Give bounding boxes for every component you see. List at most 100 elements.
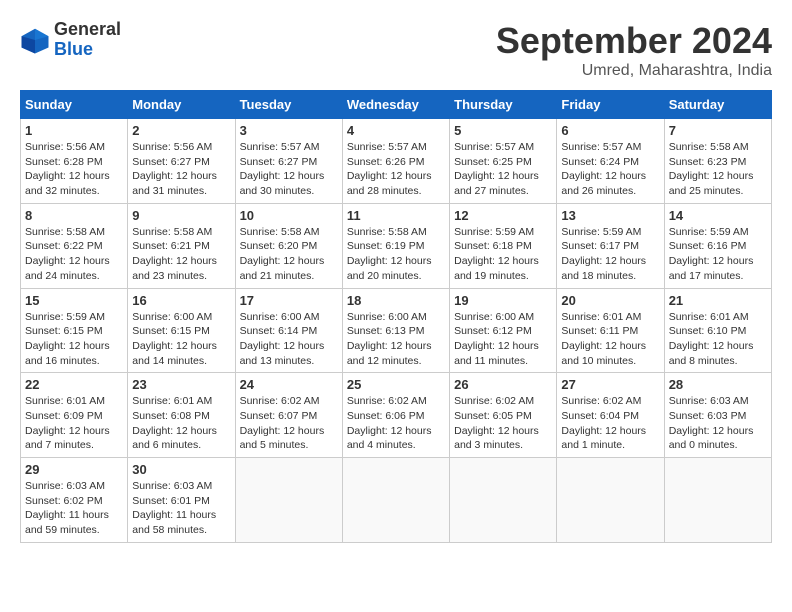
calendar-day-cell [450, 458, 557, 543]
calendar-day-cell: 5 Sunrise: 5:57 AMSunset: 6:25 PMDaylight… [450, 119, 557, 204]
day-number: 28 [669, 377, 767, 392]
day-info: Sunrise: 5:57 AMSunset: 6:24 PMDaylight:… [561, 140, 659, 199]
day-info: Sunrise: 5:57 AMSunset: 6:25 PMDaylight:… [454, 140, 552, 199]
day-info: Sunrise: 6:00 AMSunset: 6:13 PMDaylight:… [347, 310, 445, 369]
day-number: 24 [240, 377, 338, 392]
title-block: September 2024 Umred, Maharashtra, India [496, 20, 772, 80]
day-info: Sunrise: 6:01 AMSunset: 6:08 PMDaylight:… [132, 394, 230, 453]
calendar-day-cell: 15 Sunrise: 5:59 AMSunset: 6:15 PMDayligh… [21, 288, 128, 373]
calendar-day-cell: 2 Sunrise: 5:56 AMSunset: 6:27 PMDaylight… [128, 119, 235, 204]
day-info: Sunrise: 6:01 AMSunset: 6:10 PMDaylight:… [669, 310, 767, 369]
calendar-day-cell: 12 Sunrise: 5:59 AMSunset: 6:18 PMDayligh… [450, 203, 557, 288]
day-info: Sunrise: 6:02 AMSunset: 6:04 PMDaylight:… [561, 394, 659, 453]
calendar-day-cell: 22 Sunrise: 6:01 AMSunset: 6:09 PMDayligh… [21, 373, 128, 458]
day-number: 5 [454, 123, 552, 138]
day-number: 7 [669, 123, 767, 138]
calendar-day-cell: 23Sunrise: 6:01 AMSunset: 6:08 PMDayligh… [128, 373, 235, 458]
calendar-header-row: Sunday Monday Tuesday Wednesday Thursday… [21, 91, 772, 119]
calendar-day-cell: 6 Sunrise: 5:57 AMSunset: 6:24 PMDaylight… [557, 119, 664, 204]
day-number: 10 [240, 208, 338, 223]
calendar-day-cell: 28 Sunrise: 6:03 AMSunset: 6:03 PMDayligh… [664, 373, 771, 458]
calendar-day-cell: 1 Sunrise: 5:56 AMSunset: 6:28 PMDaylight… [21, 119, 128, 204]
day-info: Sunrise: 6:01 AMSunset: 6:09 PMDaylight:… [25, 394, 123, 453]
day-info: Sunrise: 5:59 AMSunset: 6:16 PMDaylight:… [669, 225, 767, 284]
calendar-day-cell: 21 Sunrise: 6:01 AMSunset: 6:10 PMDayligh… [664, 288, 771, 373]
day-number: 15 [25, 293, 123, 308]
day-number: 13 [561, 208, 659, 223]
calendar-day-cell: 7Sunrise: 5:58 AMSunset: 6:23 PMDaylight… [664, 119, 771, 204]
calendar-day-cell: 11 Sunrise: 5:58 AMSunset: 6:19 PMDayligh… [342, 203, 449, 288]
calendar-day-cell [342, 458, 449, 543]
calendar-day-cell: 19 Sunrise: 6:00 AMSunset: 6:12 PMDayligh… [450, 288, 557, 373]
calendar-day-cell [235, 458, 342, 543]
day-number: 19 [454, 293, 552, 308]
day-number: 16 [132, 293, 230, 308]
col-saturday: Saturday [664, 91, 771, 119]
calendar-day-cell: 24Sunrise: 6:02 AMSunset: 6:07 PMDayligh… [235, 373, 342, 458]
col-thursday: Thursday [450, 91, 557, 119]
day-number: 8 [25, 208, 123, 223]
calendar-day-cell [557, 458, 664, 543]
day-number: 6 [561, 123, 659, 138]
calendar-day-cell: 29Sunrise: 6:03 AMSunset: 6:02 PMDayligh… [21, 458, 128, 543]
day-number: 27 [561, 377, 659, 392]
calendar-week-row: 22 Sunrise: 6:01 AMSunset: 6:09 PMDayligh… [21, 373, 772, 458]
calendar-day-cell: 20 Sunrise: 6:01 AMSunset: 6:11 PMDayligh… [557, 288, 664, 373]
calendar-day-cell: 26Sunrise: 6:02 AMSunset: 6:05 PMDayligh… [450, 373, 557, 458]
day-number: 21 [669, 293, 767, 308]
calendar-week-row: 15 Sunrise: 5:59 AMSunset: 6:15 PMDayligh… [21, 288, 772, 373]
calendar-day-cell: 14 Sunrise: 5:59 AMSunset: 6:16 PMDayligh… [664, 203, 771, 288]
col-friday: Friday [557, 91, 664, 119]
calendar-day-cell: 27 Sunrise: 6:02 AMSunset: 6:04 PMDayligh… [557, 373, 664, 458]
day-info: Sunrise: 6:02 AMSunset: 6:06 PMDaylight:… [347, 394, 445, 453]
day-info: Sunrise: 5:58 AMSunset: 6:19 PMDaylight:… [347, 225, 445, 284]
day-number: 30 [132, 462, 230, 477]
day-number: 4 [347, 123, 445, 138]
col-monday: Monday [128, 91, 235, 119]
logo-icon [20, 25, 50, 55]
day-number: 22 [25, 377, 123, 392]
location-title: Umred, Maharashtra, India [496, 62, 772, 80]
day-number: 2 [132, 123, 230, 138]
col-wednesday: Wednesday [342, 91, 449, 119]
calendar-day-cell: 25 Sunrise: 6:02 AMSunset: 6:06 PMDayligh… [342, 373, 449, 458]
day-info: Sunrise: 6:00 AMSunset: 6:12 PMDaylight:… [454, 310, 552, 369]
calendar-week-row: 1 Sunrise: 5:56 AMSunset: 6:28 PMDaylight… [21, 119, 772, 204]
calendar-day-cell: 17Sunrise: 6:00 AMSunset: 6:14 PMDayligh… [235, 288, 342, 373]
day-info: Sunrise: 6:02 AMSunset: 6:05 PMDaylight:… [454, 394, 552, 453]
day-info: Sunrise: 5:57 AMSunset: 6:27 PMDaylight:… [240, 140, 338, 199]
logo-text: General Blue [54, 20, 121, 60]
day-number: 29 [25, 462, 123, 477]
day-info: Sunrise: 5:56 AMSunset: 6:28 PMDaylight:… [25, 140, 123, 199]
calendar-day-cell: 30Sunrise: 6:03 AMSunset: 6:01 PMDayligh… [128, 458, 235, 543]
day-info: Sunrise: 5:57 AMSunset: 6:26 PMDaylight:… [347, 140, 445, 199]
day-number: 14 [669, 208, 767, 223]
col-tuesday: Tuesday [235, 91, 342, 119]
month-title: September 2024 [496, 20, 772, 62]
day-number: 11 [347, 208, 445, 223]
logo-blue: Blue [54, 39, 93, 59]
calendar-week-row: 29Sunrise: 6:03 AMSunset: 6:02 PMDayligh… [21, 458, 772, 543]
page-header: General Blue September 2024 Umred, Mahar… [20, 20, 772, 80]
calendar-day-cell [664, 458, 771, 543]
day-number: 18 [347, 293, 445, 308]
calendar-day-cell: 3Sunrise: 5:57 AMSunset: 6:27 PMDaylight… [235, 119, 342, 204]
calendar-day-cell: 10Sunrise: 5:58 AMSunset: 6:20 PMDayligh… [235, 203, 342, 288]
calendar-day-cell: 4 Sunrise: 5:57 AMSunset: 6:26 PMDaylight… [342, 119, 449, 204]
calendar-body: 1 Sunrise: 5:56 AMSunset: 6:28 PMDaylight… [21, 119, 772, 543]
calendar-day-cell: 13Sunrise: 5:59 AMSunset: 6:17 PMDayligh… [557, 203, 664, 288]
day-number: 12 [454, 208, 552, 223]
day-info: Sunrise: 6:01 AMSunset: 6:11 PMDaylight:… [561, 310, 659, 369]
day-info: Sunrise: 6:00 AMSunset: 6:15 PMDaylight:… [132, 310, 230, 369]
day-info: Sunrise: 5:56 AMSunset: 6:27 PMDaylight:… [132, 140, 230, 199]
day-number: 1 [25, 123, 123, 138]
day-info: Sunrise: 6:03 AMSunset: 6:03 PMDaylight:… [669, 394, 767, 453]
day-info: Sunrise: 6:00 AMSunset: 6:14 PMDaylight:… [240, 310, 338, 369]
day-info: Sunrise: 5:59 AMSunset: 6:18 PMDaylight:… [454, 225, 552, 284]
day-info: Sunrise: 5:59 AMSunset: 6:15 PMDaylight:… [25, 310, 123, 369]
day-number: 25 [347, 377, 445, 392]
calendar-day-cell: 16 Sunrise: 6:00 AMSunset: 6:15 PMDayligh… [128, 288, 235, 373]
day-number: 20 [561, 293, 659, 308]
calendar-day-cell: 8Sunrise: 5:58 AMSunset: 6:22 PMDaylight… [21, 203, 128, 288]
calendar-day-cell: 18 Sunrise: 6:00 AMSunset: 6:13 PMDayligh… [342, 288, 449, 373]
